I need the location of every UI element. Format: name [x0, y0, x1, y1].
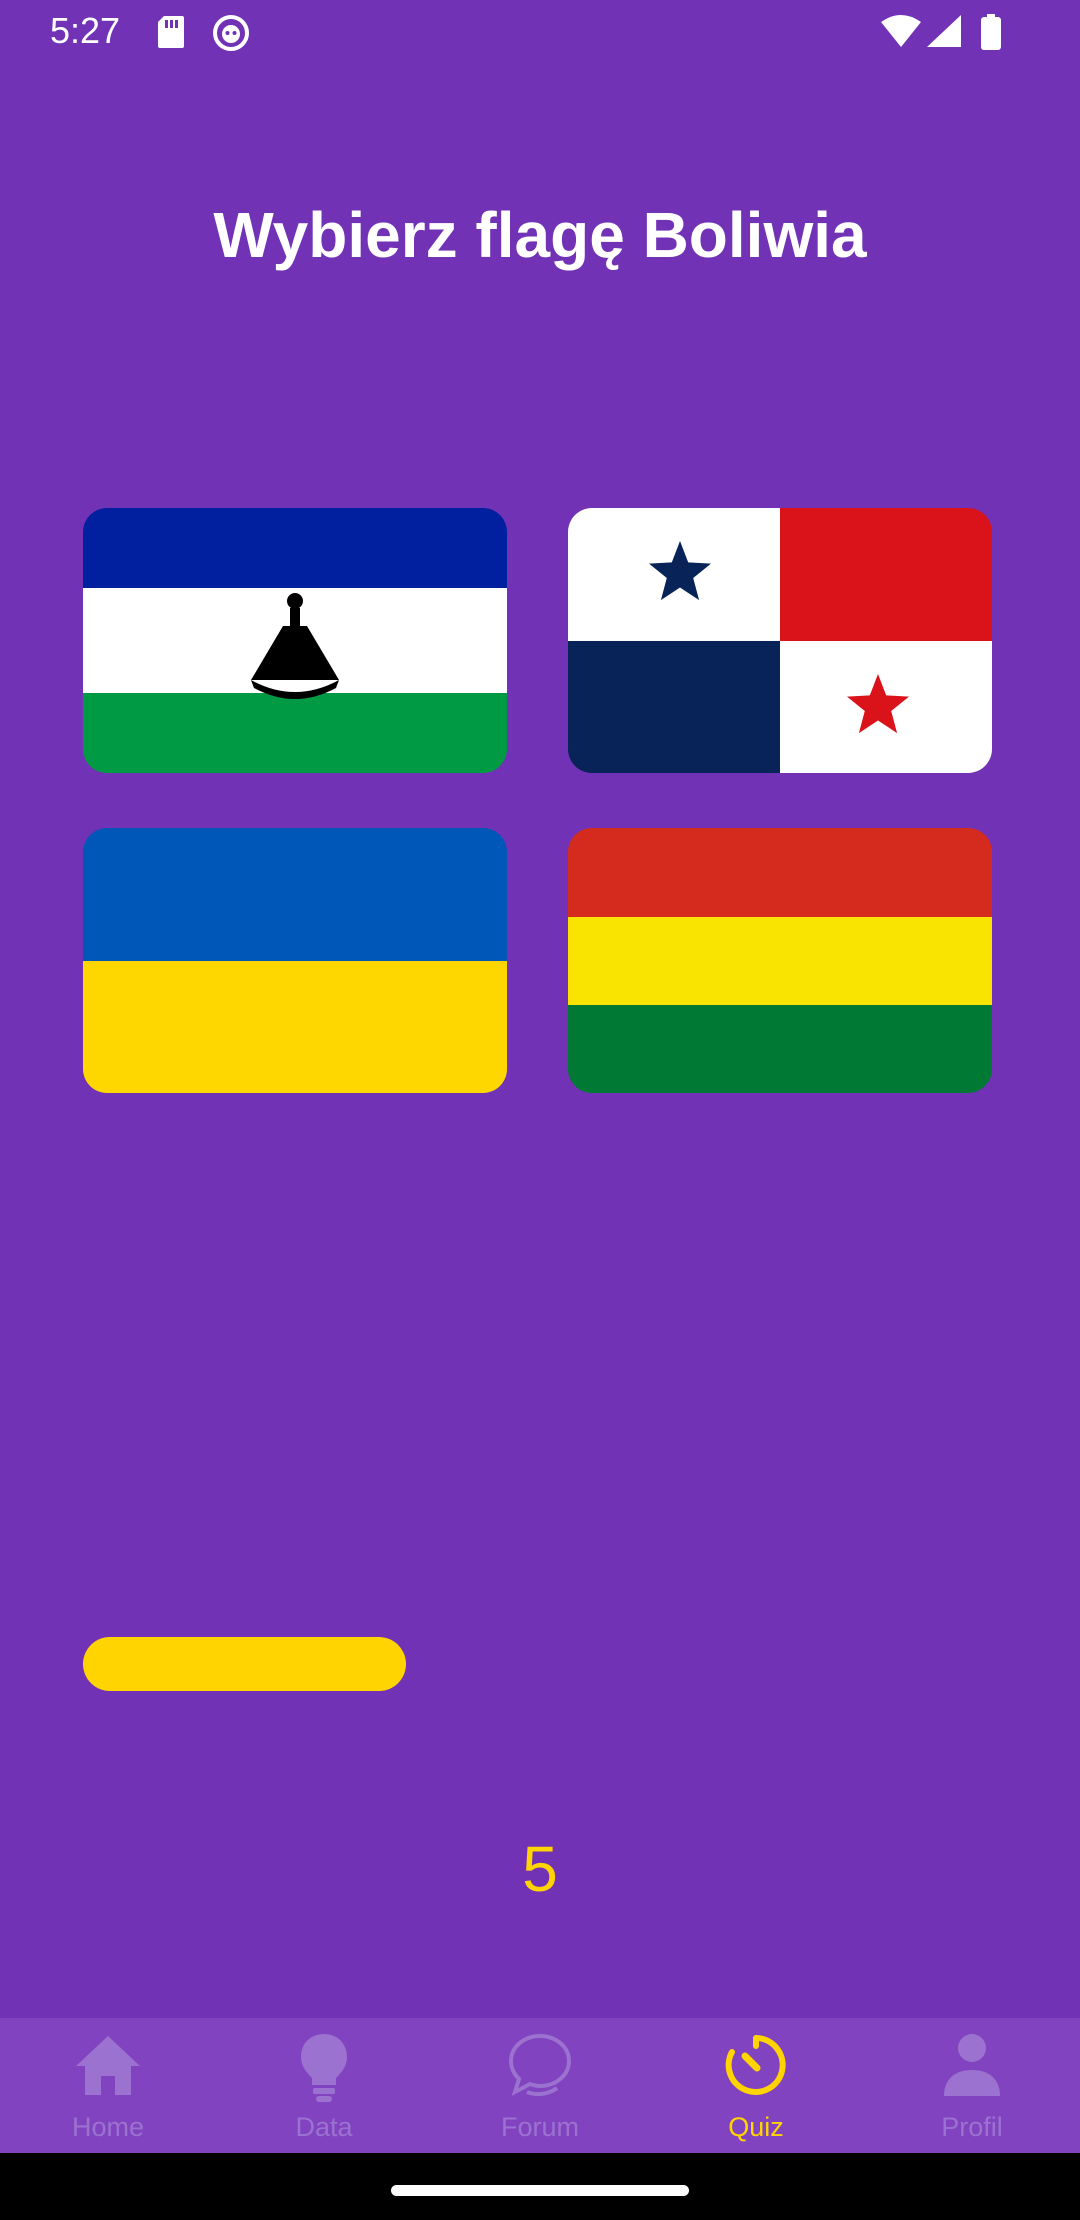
- flag-option-ukraine[interactable]: [83, 828, 507, 1093]
- flag-option-lesotho[interactable]: [83, 508, 507, 773]
- home-gesture-handle[interactable]: [391, 2185, 689, 2196]
- nav-label-home: Home: [71, 2112, 145, 2142]
- lesotho-flag-image: [83, 508, 507, 773]
- nav-label-data: Data: [295, 2112, 353, 2142]
- bolivia-flag-image: [568, 828, 992, 1093]
- nav-item-profil[interactable]: Profil: [864, 2018, 1080, 2153]
- person-icon: [944, 2034, 1000, 2096]
- nav-item-quiz[interactable]: Quiz: [648, 2018, 864, 2153]
- system-gesture-bar: [0, 2153, 1080, 2220]
- flag-option-panama[interactable]: [568, 508, 992, 773]
- timer-progress-bar: [83, 1637, 997, 1691]
- timer-progress-fill: [83, 1637, 406, 1691]
- panama-flag-image: [568, 508, 992, 773]
- home-icon: [76, 2036, 140, 2095]
- nav-item-forum[interactable]: Forum: [432, 2018, 648, 2153]
- cell-signal-icon: [926, 14, 962, 53]
- nav-item-home[interactable]: Home: [0, 2018, 216, 2153]
- question-title: Wybierz flagę Boliwia: [213, 199, 867, 271]
- timer-icon: [725, 2035, 786, 2095]
- ukraine-flag-image: [83, 828, 507, 1093]
- battery-icon: [980, 14, 1002, 55]
- status-time: 5:27: [50, 10, 121, 51]
- nav-label-profil: Profil: [941, 2112, 1003, 2142]
- wifi-icon: [880, 14, 922, 53]
- nav-label-quiz: Quiz: [728, 2112, 784, 2142]
- chat-bubble-icon: [508, 2033, 572, 2097]
- nav-item-data[interactable]: Data: [216, 2018, 432, 2153]
- lightbulb-icon: [301, 2034, 347, 2102]
- app-notification-icon: [212, 14, 250, 57]
- bottom-navigation: Home Data Forum Quiz Profil: [0, 2018, 1080, 2153]
- sd-card-icon: [156, 14, 186, 55]
- nav-label-forum: Forum: [500, 2112, 579, 2142]
- status-bar: 5:27: [0, 0, 1080, 66]
- countdown-counter: 5: [522, 1833, 558, 1905]
- flag-option-bolivia[interactable]: [568, 828, 992, 1093]
